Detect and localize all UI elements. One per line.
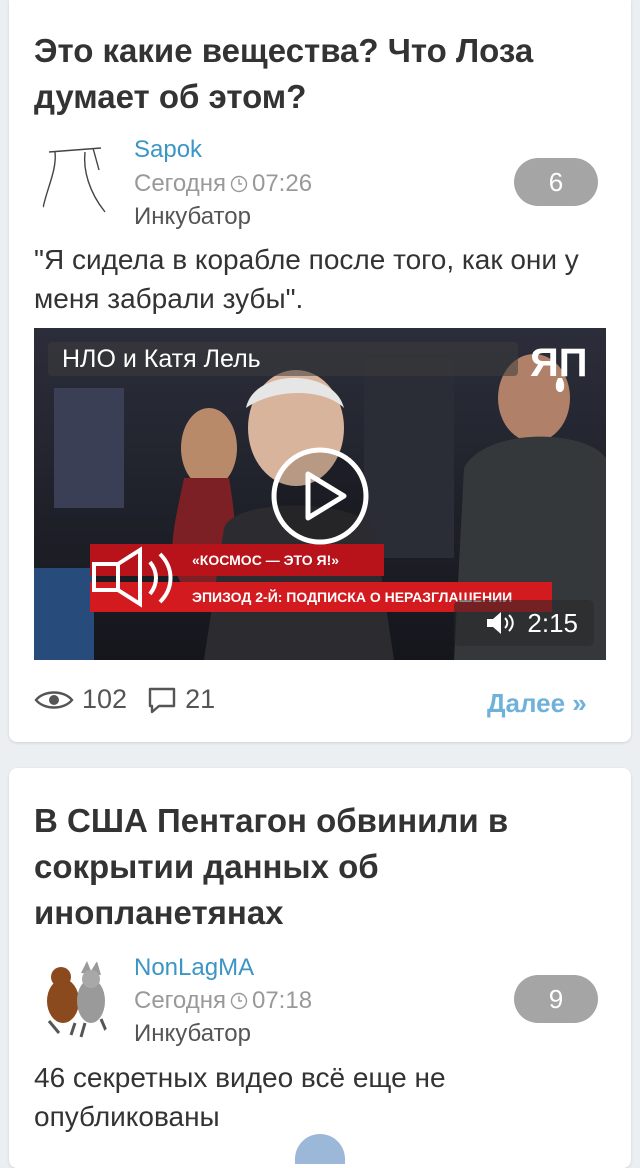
- comments-count[interactable]: 21: [185, 684, 215, 715]
- read-more-link[interactable]: Далее »: [487, 688, 587, 719]
- author-avatar[interactable]: [35, 140, 119, 224]
- duration-text: 2:15: [527, 607, 578, 638]
- play-icon[interactable]: [270, 446, 370, 546]
- comments-count-badge[interactable]: 9: [514, 975, 598, 1023]
- author-name[interactable]: NonLagMA: [134, 954, 254, 982]
- post-time: 07:26: [251, 170, 313, 197]
- volume-icon[interactable]: [485, 610, 515, 636]
- channel-logo: ЯП: [526, 334, 596, 399]
- community-name[interactable]: Инкубатор: [134, 1020, 251, 1048]
- video-player[interactable]: НЛО и Катя Лель ЯП «КОСМОС — ЭТО Я!» ЭПИ…: [34, 328, 606, 660]
- post-card: В США Пентагон обвинили в сокрытии данны…: [9, 768, 631, 1168]
- post-excerpt: 46 секретных видео всё еще не опубликова…: [34, 1062, 446, 1132]
- post-date: Сегодня 07:18: [134, 987, 312, 1015]
- post-date: Сегодня 07:26: [134, 170, 312, 198]
- post-title[interactable]: Это какие вещества? Что Лоза думает об э…: [34, 28, 604, 120]
- comments-count-badge[interactable]: 6: [514, 158, 598, 206]
- community-name[interactable]: Инкубатор: [134, 203, 251, 231]
- date-label: Сегодня: [134, 170, 226, 197]
- author-name[interactable]: Sapok: [134, 136, 202, 164]
- views-count: 102: [82, 684, 128, 714]
- post-stats: 102 21: [34, 684, 215, 715]
- date-label: Сегодня: [134, 987, 226, 1014]
- author-avatar[interactable]: [35, 957, 119, 1041]
- clock-icon: [230, 992, 248, 1010]
- post-time: 07:18: [251, 987, 313, 1014]
- speaker-logo-icon: [92, 546, 173, 608]
- clock-icon: [230, 175, 248, 193]
- post-title[interactable]: В США Пентагон обвинили в сокрытии данны…: [34, 798, 604, 936]
- video-title: НЛО и Катя Лель: [48, 342, 518, 376]
- post-card: Это какие вещества? Что Лоза думает об э…: [9, 0, 631, 742]
- comment-icon[interactable]: [147, 686, 177, 714]
- video-duration: 2:15: [454, 600, 594, 646]
- eye-icon: [34, 690, 74, 709]
- post-excerpt: "Я сидела в корабле после того, как они …: [34, 244, 579, 314]
